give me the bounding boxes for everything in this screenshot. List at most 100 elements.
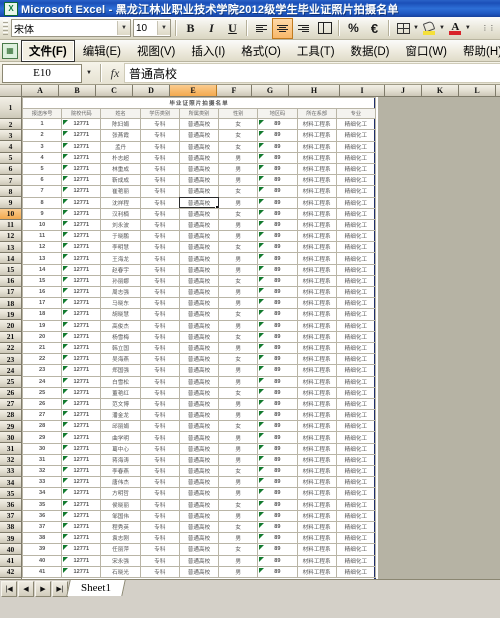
table-cell[interactable]: 专科: [139, 453, 180, 467]
table-cell[interactable]: 12771: [61, 308, 102, 321]
table-cell[interactable]: 专科: [139, 364, 180, 377]
row-header-6[interactable]: 6: [0, 163, 21, 175]
table-cell[interactable]: 普通高校: [178, 420, 220, 433]
table-cell[interactable]: 普通高校: [178, 196, 220, 209]
table-cell[interactable]: 专科: [139, 162, 180, 176]
table-row[interactable]: 33 12771 唐伟杰 专科 普通高校男 89 材料工程系 精细化工: [22, 476, 377, 489]
table-cell[interactable]: 12771: [61, 498, 102, 511]
table-cell[interactable]: 89: [257, 196, 298, 209]
table-cell[interactable]: 12771: [61, 129, 102, 142]
table-row[interactable]: 39 12771 任丽萍 专科 普通高校女 89 材料工程系 精细化工: [22, 543, 377, 556]
table-cell[interactable]: 侯晓丽: [100, 498, 141, 511]
row-header-4[interactable]: 4: [0, 141, 21, 153]
table-cell[interactable]: 12771: [61, 162, 102, 176]
table-cell[interactable]: 普通高校: [178, 285, 220, 299]
table-cell[interactable]: 女: [218, 241, 259, 254]
table-row[interactable]: 21 12771 韩立国 专科 普通高校男 89 材料工程系 精细化工: [22, 341, 377, 355]
table-cell[interactable]: 89: [257, 442, 298, 455]
table-cell[interactable]: 89: [257, 554, 298, 567]
next-sheet-button[interactable]: ▶: [35, 581, 51, 597]
table-cell[interactable]: 12771: [61, 386, 102, 399]
table-cell[interactable]: 精细化工: [335, 308, 377, 321]
row-header-37[interactable]: 37: [0, 510, 21, 522]
table-cell[interactable]: 普通高校: [178, 297, 220, 310]
table-row[interactable]: 31 12771 蒋海涛 专科 普通高校男 89 材料工程系 精细化工: [22, 453, 377, 467]
table-cell[interactable]: 89: [257, 464, 298, 478]
table-cell[interactable]: 材料工程系: [296, 285, 337, 299]
table-cell[interactable]: 12771: [61, 397, 102, 411]
table-row[interactable]: 9 12771 汉利楠 专科 普通高校女 89 材料工程系 精细化工: [22, 207, 377, 220]
bold-button[interactable]: B: [180, 18, 201, 39]
table-cell[interactable]: 精细化工: [335, 230, 377, 243]
table-cell[interactable]: 材料工程系: [296, 151, 337, 164]
table-cell[interactable]: 89: [257, 174, 298, 187]
table-cell[interactable]: 12771: [61, 297, 102, 310]
table-cell[interactable]: 89: [257, 162, 298, 176]
table-header-cell[interactable]: 院校代码: [61, 108, 102, 120]
table-cell[interactable]: 方明哲: [100, 487, 141, 500]
table-cell[interactable]: 宋永强: [100, 554, 141, 567]
table-cell[interactable]: 专科: [139, 263, 180, 276]
row-header-43[interactable]: 43: [0, 577, 21, 579]
table-cell[interactable]: 专科: [139, 207, 180, 220]
align-left-button[interactable]: [251, 18, 272, 39]
column-header-l[interactable]: L: [459, 85, 496, 96]
row-header-21[interactable]: 21: [0, 331, 21, 343]
table-cell[interactable]: 12771: [61, 285, 102, 299]
table-cell[interactable]: 普通高校: [178, 207, 220, 220]
table-cell[interactable]: 男: [218, 218, 259, 232]
table-cell[interactable]: 材料工程系: [296, 498, 337, 511]
table-cell[interactable]: 22: [22, 353, 63, 366]
table-cell[interactable]: 精细化工: [335, 420, 377, 433]
table-cell[interactable]: 专科: [139, 341, 180, 355]
table-row[interactable]: 3 12771 孟丹 专科 普通高校女 89 材料工程系 精细化工: [22, 140, 377, 153]
table-cell[interactable]: 精细化工: [335, 341, 377, 355]
menu-file[interactable]: 文件(F): [21, 39, 75, 62]
table-cell[interactable]: 89: [257, 140, 298, 153]
table-cell[interactable]: 材料工程系: [296, 118, 337, 131]
table-cell[interactable]: 89: [257, 252, 298, 265]
column-header-k[interactable]: K: [422, 85, 459, 96]
column-header-m[interactable]: M: [496, 85, 500, 96]
table-cell[interactable]: 精细化工: [335, 140, 377, 153]
table-cell[interactable]: 12771: [61, 453, 102, 467]
table-cell[interactable]: 12771: [61, 319, 102, 332]
table-cell[interactable]: 专科: [139, 185, 180, 198]
table-cell[interactable]: 12771: [61, 464, 102, 478]
table-cell[interactable]: 石晓光: [100, 565, 141, 578]
table-cell[interactable]: 12771: [61, 431, 102, 444]
table-cell[interactable]: 3: [22, 140, 63, 153]
table-cell[interactable]: 89: [257, 509, 298, 522]
table-cell[interactable]: 精细化工: [335, 375, 377, 388]
table-cell[interactable]: 专科: [139, 196, 180, 209]
row-header-38[interactable]: 38: [0, 521, 21, 533]
row-header-7[interactable]: 7: [0, 174, 21, 187]
table-header-cell[interactable]: 姓名: [100, 108, 141, 120]
table-header-cell[interactable]: 所在系部: [296, 108, 337, 120]
table-cell[interactable]: 12771: [61, 174, 102, 187]
table-cell[interactable]: 12771: [61, 543, 102, 556]
table-cell[interactable]: 专科: [139, 319, 180, 332]
table-cell[interactable]: 精细化工: [335, 196, 377, 209]
table-cell[interactable]: 精细化工: [335, 118, 377, 131]
table-cell[interactable]: 普通高校: [178, 330, 220, 343]
table-cell[interactable]: 2: [22, 129, 63, 142]
table-cell[interactable]: 男: [218, 319, 259, 332]
table-cell[interactable]: 12771: [61, 140, 102, 153]
table-row[interactable]: 36 12771 邹国伟 专科 普通高校男 89 材料工程系 精细化工: [22, 509, 377, 522]
table-cell[interactable]: 范文博: [100, 397, 141, 411]
table-cell[interactable]: 精细化工: [335, 353, 377, 366]
menu-insert[interactable]: 插入(I): [183, 40, 233, 62]
table-cell[interactable]: 89: [257, 274, 298, 288]
table-cell[interactable]: 34: [22, 487, 63, 500]
table-cell[interactable]: 精细化工: [335, 464, 377, 478]
table-cell[interactable]: 89: [257, 319, 298, 332]
table-cell[interactable]: 男: [218, 476, 259, 489]
table-cell[interactable]: 精细化工: [335, 487, 377, 500]
table-cell[interactable]: 女: [218, 140, 259, 153]
table-cell[interactable]: 材料工程系: [296, 476, 337, 489]
table-cell[interactable]: 89: [257, 420, 298, 433]
table-cell[interactable]: 专科: [139, 297, 180, 310]
row-header-9[interactable]: 9: [0, 197, 21, 209]
table-cell[interactable]: 郑国强: [100, 364, 141, 377]
